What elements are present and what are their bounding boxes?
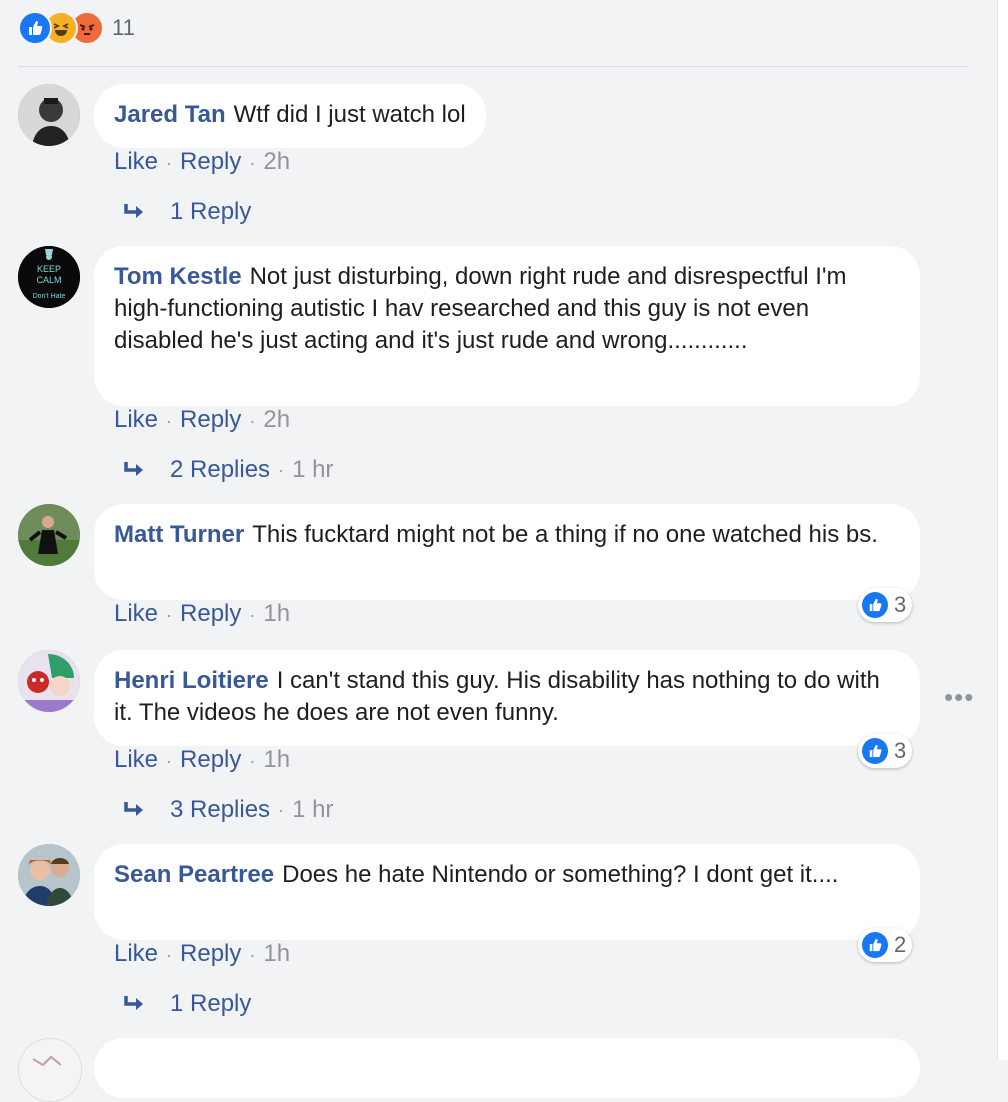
comment-time[interactable]: 1h (263, 746, 290, 773)
avatar[interactable] (18, 1038, 82, 1102)
separator: · (249, 605, 256, 625)
reply-arrow-icon (124, 462, 143, 476)
replies-count[interactable]: 2 Replies (170, 456, 270, 484)
replies-time: 1 hr (292, 456, 334, 483)
comment-like-count[interactable]: 2 (858, 928, 913, 962)
like-icon (18, 11, 52, 45)
avatar[interactable]: KEEP CALM Don't Hate (18, 246, 80, 308)
comment-time[interactable]: 1h (263, 940, 290, 967)
like-link[interactable]: Like (114, 148, 158, 175)
view-replies[interactable]: 1 Reply (122, 198, 251, 226)
separator: · (249, 153, 256, 173)
comment-author[interactable]: Matt Turner (114, 521, 244, 548)
comment-bubble: Tom Kestle Not just disturbing, down righ… (94, 246, 920, 406)
like-link[interactable]: Like (114, 940, 158, 967)
comment-text: This fucktard might not be a thing if no… (252, 521, 878, 548)
avatar[interactable] (18, 650, 80, 712)
avatar-text: CALM (36, 275, 61, 285)
comment-actions: Like · Reply · 1h (114, 746, 290, 774)
comment-bubble: Jared Tan Wtf did I just watch lol (94, 84, 486, 148)
view-replies[interactable]: 1 Reply (122, 990, 251, 1018)
reply-arrow-icon (124, 996, 143, 1010)
separator: · (249, 945, 256, 965)
avatar-text: KEEP (37, 264, 61, 274)
separator: · (166, 411, 173, 431)
avatar[interactable] (18, 844, 80, 906)
separator: · (249, 411, 256, 431)
comment-actions: Like · Reply · 2h (114, 406, 290, 434)
replies-count[interactable]: 1 Reply (170, 198, 251, 226)
comment-actions: Like · Reply · 2h (114, 148, 290, 176)
reply-link[interactable]: Reply (180, 940, 241, 967)
like-link[interactable]: Like (114, 406, 158, 433)
like-icon (862, 592, 888, 618)
comment-bubble: Sean Peartree Does he hate Nintendo or so… (94, 844, 920, 940)
separator: · (166, 751, 173, 771)
separator: · (249, 751, 256, 771)
separator: · (166, 945, 173, 965)
comment-author[interactable]: Jared Tan (114, 101, 226, 128)
comment-bubble (94, 1038, 920, 1098)
comment-like-count[interactable]: 3 (858, 588, 913, 622)
view-replies[interactable]: 2 Replies · 1 hr (122, 456, 333, 484)
divider (18, 66, 969, 67)
avatar[interactable] (18, 504, 80, 566)
separator: · (278, 459, 285, 480)
comment-author[interactable]: Henri Loitiere (114, 667, 269, 694)
comment-actions: Like · Reply · 1h (114, 940, 290, 968)
comment-text: Does he hate Nintendo or something? I do… (282, 861, 839, 888)
comment-time[interactable]: 2h (263, 148, 290, 175)
reply-link[interactable]: Reply (180, 148, 241, 175)
like-count: 3 (894, 738, 907, 763)
reply-link[interactable]: Reply (180, 600, 241, 627)
reaction-count[interactable]: 11 (112, 15, 135, 41)
like-count: 2 (894, 932, 907, 957)
like-link[interactable]: Like (114, 746, 158, 773)
scrollbar[interactable] (997, 0, 1008, 1060)
replies-count[interactable]: 1 Reply (170, 990, 251, 1018)
comment-time[interactable]: 2h (263, 406, 290, 433)
view-replies[interactable]: 3 Replies · 1 hr (122, 796, 333, 824)
comment-time[interactable]: 1h (263, 600, 290, 627)
avatar-text: Don't Hate (33, 293, 66, 300)
reply-link[interactable]: Reply (180, 746, 241, 773)
comment-bubble: Henri Loitiere I can't stand this guy. Hi… (94, 650, 920, 746)
comment-author[interactable]: Tom Kestle (114, 263, 242, 290)
reactions-summary[interactable]: 11 (18, 10, 135, 46)
reply-link[interactable]: Reply (180, 406, 241, 433)
reply-arrow-icon (124, 204, 143, 218)
replies-count[interactable]: 3 Replies (170, 796, 270, 824)
like-count: 3 (894, 592, 907, 617)
separator: · (166, 153, 173, 173)
comment-like-count[interactable]: 3 (858, 734, 913, 768)
replies-time: 1 hr (292, 796, 334, 823)
like-icon (862, 738, 888, 764)
like-link[interactable]: Like (114, 600, 158, 627)
reply-arrow-icon (124, 802, 143, 816)
comment-author[interactable]: Sean Peartree (114, 861, 274, 888)
comment-bubble: Matt Turner This fucktard might not be a … (94, 504, 920, 600)
more-options-icon[interactable]: ••• (944, 682, 974, 713)
comment-text: Wtf did I just watch lol (233, 101, 466, 128)
comment-actions: Like · Reply · 1h (114, 600, 290, 628)
avatar[interactable] (18, 84, 80, 146)
separator: · (278, 799, 285, 820)
separator: · (166, 605, 173, 625)
like-icon (862, 932, 888, 958)
